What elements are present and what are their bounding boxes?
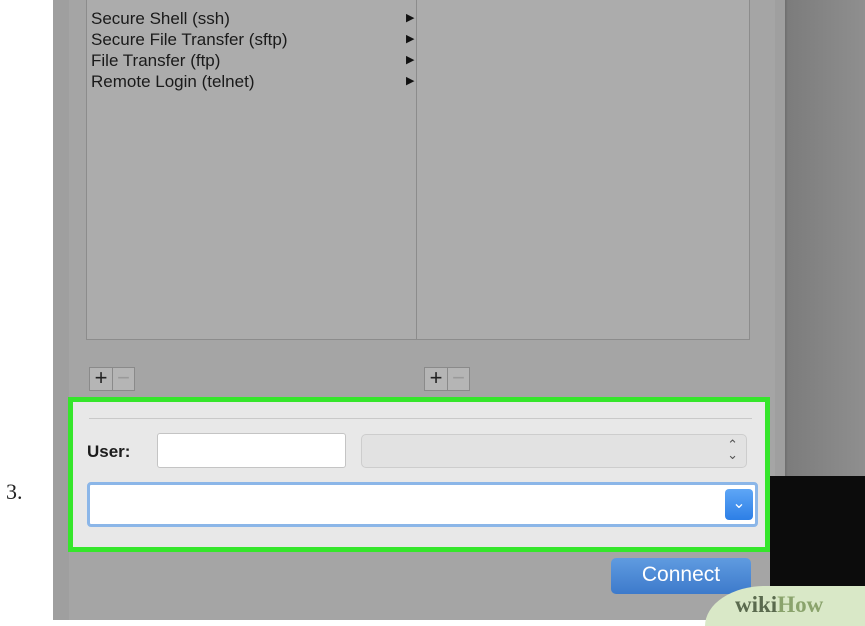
service-list: Secure Shell (ssh) ▶ Secure File Transfe… (91, 8, 415, 92)
disclosure-arrow-icon: ▶ (406, 54, 415, 66)
service-label: Remote Login (telnet) (91, 72, 255, 91)
service-item-sftp[interactable]: Secure File Transfer (sftp) ▶ (91, 29, 415, 50)
disclosure-arrow-icon: ▶ (406, 33, 415, 45)
service-list-controls: + − (89, 367, 135, 391)
add-server-button[interactable]: + (425, 367, 447, 390)
service-item-ssh[interactable]: Secure Shell (ssh) ▶ (91, 8, 415, 29)
connect-button[interactable]: Connect (611, 558, 751, 594)
service-item-ftp[interactable]: File Transfer (ftp) ▶ (91, 50, 415, 71)
disclosure-arrow-icon: ▶ (406, 12, 415, 24)
service-label: Secure File Transfer (sftp) (91, 30, 288, 49)
user-input[interactable] (157, 433, 346, 468)
wikihow-logo: wikiHow (735, 592, 824, 617)
service-label: File Transfer (ftp) (91, 51, 221, 70)
server-list-controls: + − (424, 367, 470, 391)
connection-form-highlight: User: ⌃ ⌄ ⌄ (68, 397, 770, 552)
service-label: Secure Shell (ssh) (91, 9, 230, 28)
user-label: User: (87, 442, 131, 461)
remove-service-button[interactable]: − (112, 367, 134, 390)
server-address-combobox[interactable]: ⌄ (87, 482, 758, 527)
chevron-down-icon[interactable]: ⌄ (725, 489, 753, 520)
server-list-pane[interactable] (416, 0, 750, 340)
step-number: 3. (6, 479, 23, 504)
add-service-button[interactable]: + (90, 367, 112, 390)
service-list-pane[interactable]: Secure Shell (ssh) ▶ Secure File Transfe… (86, 0, 417, 340)
divider (89, 418, 752, 419)
service-item-telnet[interactable]: Remote Login (telnet) ▶ (91, 71, 415, 92)
disclosure-arrow-icon: ▶ (406, 75, 415, 87)
remove-server-button[interactable]: − (447, 367, 469, 390)
up-down-chevron-icon: ⌃ ⌄ (727, 437, 738, 462)
user-select-popup[interactable]: ⌃ ⌄ (361, 434, 747, 468)
